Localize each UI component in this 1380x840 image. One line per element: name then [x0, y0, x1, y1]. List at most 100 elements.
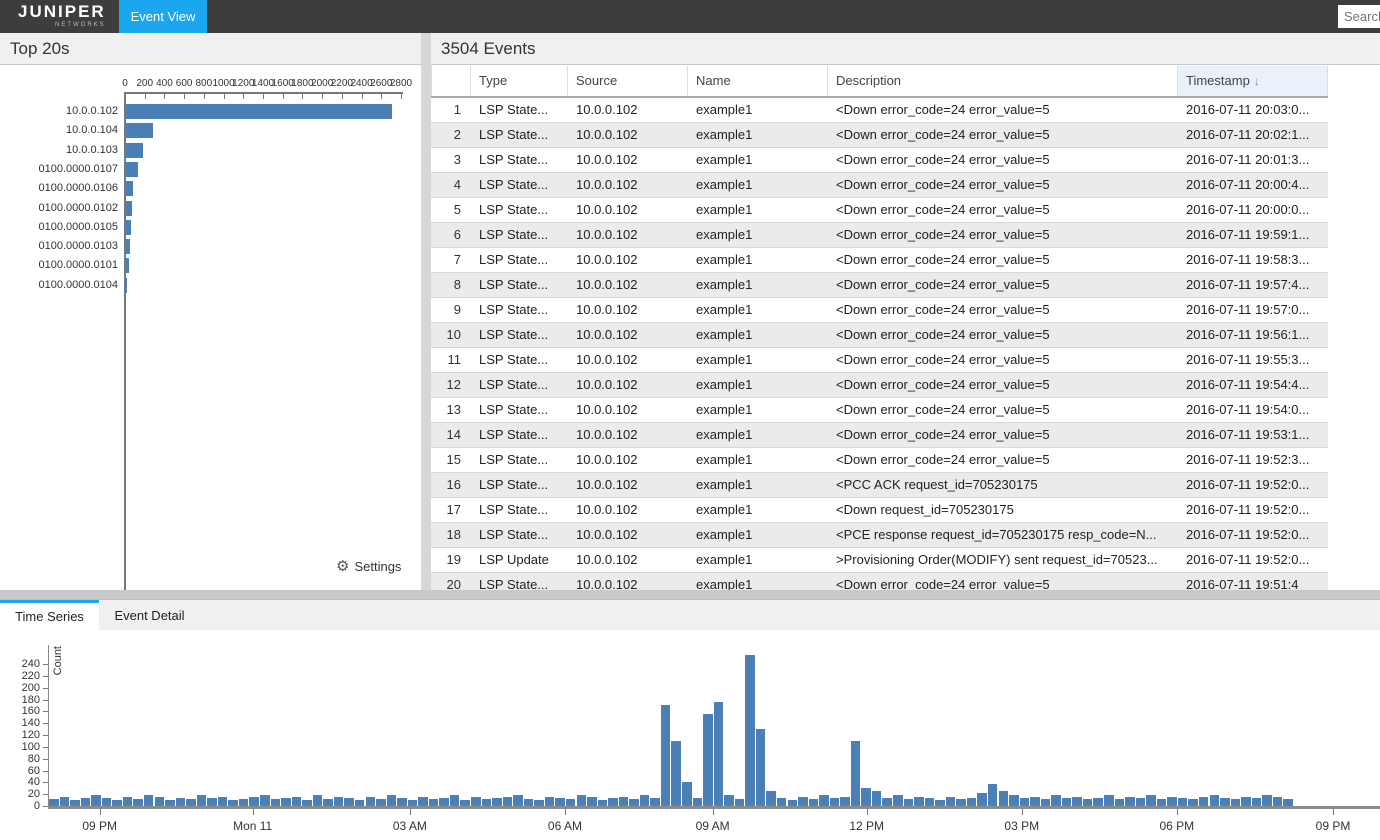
bar[interactable]: [460, 800, 470, 806]
table-row[interactable]: 4LSP State...10.0.0.102example1<Down err…: [431, 173, 1328, 198]
bar[interactable]: [207, 798, 217, 806]
bar[interactable]: [1093, 798, 1103, 806]
bar[interactable]: [249, 797, 259, 806]
table-row[interactable]: 12LSP State...10.0.0.102example1<Down er…: [431, 373, 1328, 398]
bar[interactable]: [1009, 795, 1019, 806]
bar[interactable]: [988, 784, 998, 806]
bar[interactable]: [482, 799, 492, 806]
bar[interactable]: [756, 729, 766, 806]
bar[interactable]: [387, 795, 397, 806]
bar[interactable]: [292, 797, 302, 806]
bar[interactable]: [788, 800, 798, 806]
bar[interactable]: [1030, 797, 1040, 806]
bar[interactable]: [724, 795, 734, 806]
bar[interactable]: [155, 797, 165, 806]
bar[interactable]: [513, 795, 523, 806]
table-row[interactable]: 3LSP State...10.0.0.102example1<Down err…: [431, 148, 1328, 173]
bar[interactable]: [925, 798, 935, 806]
bar[interactable]: [566, 799, 576, 806]
bar[interactable]: [218, 797, 228, 806]
bar[interactable]: [471, 797, 481, 806]
bar[interactable]: [766, 791, 776, 806]
bar[interactable]: [133, 799, 143, 806]
bar[interactable]: [1199, 797, 1209, 806]
bar[interactable]: [861, 788, 871, 806]
bar[interactable]: [608, 798, 618, 806]
bar[interactable]: [239, 799, 249, 806]
bar[interactable]: [1188, 799, 1198, 806]
bar[interactable]: [682, 782, 692, 806]
bar[interactable]: [904, 799, 914, 806]
bar[interactable]: [946, 797, 956, 806]
bar[interactable]: [650, 798, 660, 806]
tab-event-view[interactable]: Event View: [119, 0, 207, 33]
bar[interactable]: [977, 793, 987, 806]
bar[interactable]: [555, 798, 565, 806]
bar[interactable]: [418, 797, 428, 806]
bar[interactable]: [186, 799, 196, 806]
bar[interactable]: [376, 799, 386, 806]
bar[interactable]: [893, 795, 903, 806]
bar[interactable]: [629, 799, 639, 806]
bar[interactable]: [1167, 797, 1177, 806]
bar[interactable]: [967, 798, 977, 806]
bar[interactable]: [126, 239, 130, 254]
bar[interactable]: [313, 795, 323, 806]
bar[interactable]: [777, 798, 787, 806]
bar[interactable]: [1072, 797, 1082, 806]
bar[interactable]: [545, 797, 555, 806]
bar[interactable]: [1062, 798, 1072, 806]
column-header-timestamp[interactable]: Timestamp↓: [1178, 66, 1328, 96]
table-row[interactable]: 5LSP State...10.0.0.102example1<Down err…: [431, 198, 1328, 223]
bar[interactable]: [1252, 798, 1262, 806]
bar[interactable]: [1262, 795, 1272, 806]
bar[interactable]: [126, 220, 131, 235]
bar[interactable]: [809, 799, 819, 806]
bar[interactable]: [344, 798, 354, 806]
bar[interactable]: [397, 798, 407, 806]
bar[interactable]: [492, 798, 502, 806]
bar[interactable]: [271, 799, 281, 806]
bar[interactable]: [126, 258, 129, 273]
bar[interactable]: [302, 800, 312, 806]
bar[interactable]: [1041, 799, 1051, 806]
bar[interactable]: [830, 798, 840, 806]
bar[interactable]: [126, 162, 138, 177]
bar[interactable]: [81, 798, 91, 806]
bar[interactable]: [60, 797, 70, 806]
table-row[interactable]: 2LSP State...10.0.0.102example1<Down err…: [431, 123, 1328, 148]
bar[interactable]: [703, 714, 713, 806]
bar[interactable]: [661, 705, 671, 806]
bar[interactable]: [619, 797, 629, 806]
bar[interactable]: [334, 797, 344, 806]
bar[interactable]: [165, 800, 175, 806]
table-row[interactable]: 19LSP Update10.0.0.102example1>Provision…: [431, 548, 1328, 573]
search-input[interactable]: [1338, 5, 1380, 28]
bar[interactable]: [714, 702, 724, 806]
bar[interactable]: [281, 798, 291, 806]
bar[interactable]: [524, 799, 534, 806]
column-header-source[interactable]: Source: [568, 66, 688, 96]
table-row[interactable]: 11LSP State...10.0.0.102example1<Down er…: [431, 348, 1328, 373]
bar[interactable]: [882, 798, 892, 806]
bar[interactable]: [366, 797, 376, 806]
bar[interactable]: [1220, 798, 1230, 806]
bar[interactable]: [840, 797, 850, 806]
bar[interactable]: [935, 800, 945, 806]
table-row[interactable]: 7LSP State...10.0.0.102example1<Down err…: [431, 248, 1328, 273]
column-header-name[interactable]: Name: [688, 66, 828, 96]
horizontal-splitter[interactable]: [0, 590, 1380, 600]
bar[interactable]: [503, 797, 513, 806]
bar[interactable]: [144, 795, 154, 806]
bar[interactable]: [126, 278, 127, 293]
bar[interactable]: [260, 795, 270, 806]
bar[interactable]: [999, 791, 1009, 806]
bar[interactable]: [1083, 799, 1093, 806]
bar[interactable]: [176, 798, 186, 806]
bar[interactable]: [851, 741, 861, 806]
bar[interactable]: [671, 741, 681, 806]
bar[interactable]: [745, 655, 755, 806]
bar[interactable]: [197, 795, 207, 806]
table-row[interactable]: 20LSP State...10.0.0.102example1<Down er…: [431, 573, 1328, 590]
table-row[interactable]: 17LSP State...10.0.0.102example1<Down re…: [431, 498, 1328, 523]
